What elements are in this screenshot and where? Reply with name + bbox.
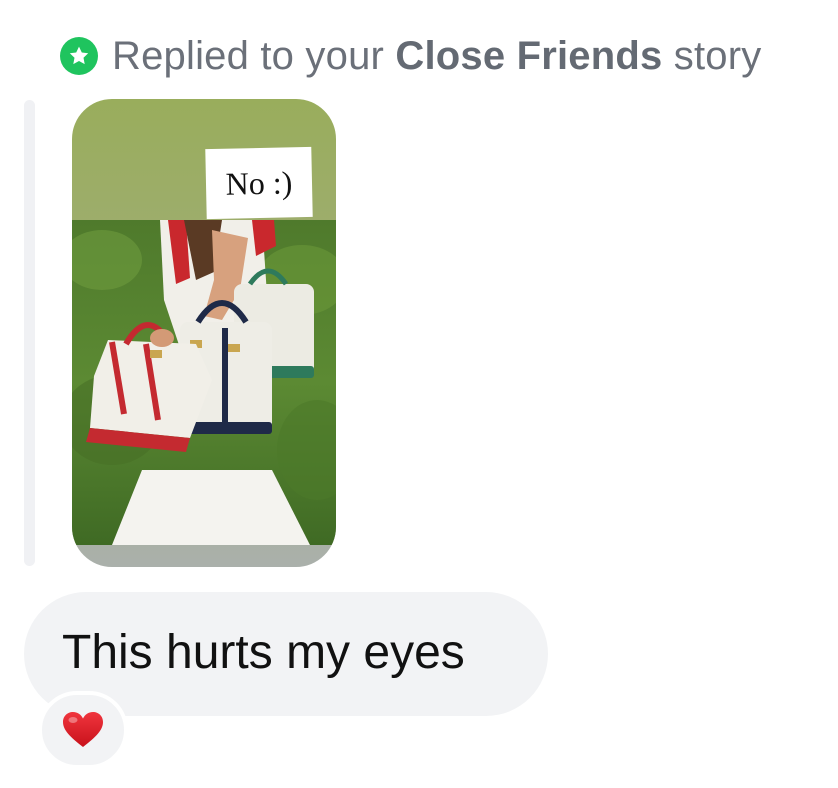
close-friends-label: Close Friends <box>395 33 663 78</box>
reply-header-suffix: story <box>662 33 762 78</box>
close-friends-star-icon <box>60 37 98 75</box>
story-preview[interactable]: No :) <box>72 99 336 567</box>
story-photo <box>72 220 336 545</box>
heart-icon <box>63 712 103 747</box>
reply-header-prefix: Replied to your <box>112 33 396 78</box>
reply-quote-bar <box>24 100 35 566</box>
conversation-view: Replied to your Close Friends story No:… <box>0 0 838 788</box>
reply-header-text: Replied to your Close Friends story <box>112 34 761 79</box>
message-text: This hurts my eyes <box>62 626 465 679</box>
heart-reaction[interactable] <box>38 691 128 769</box>
story-caption: No :) <box>205 146 313 220</box>
story-reply-header: Replied to your Close Friends story <box>60 30 761 82</box>
